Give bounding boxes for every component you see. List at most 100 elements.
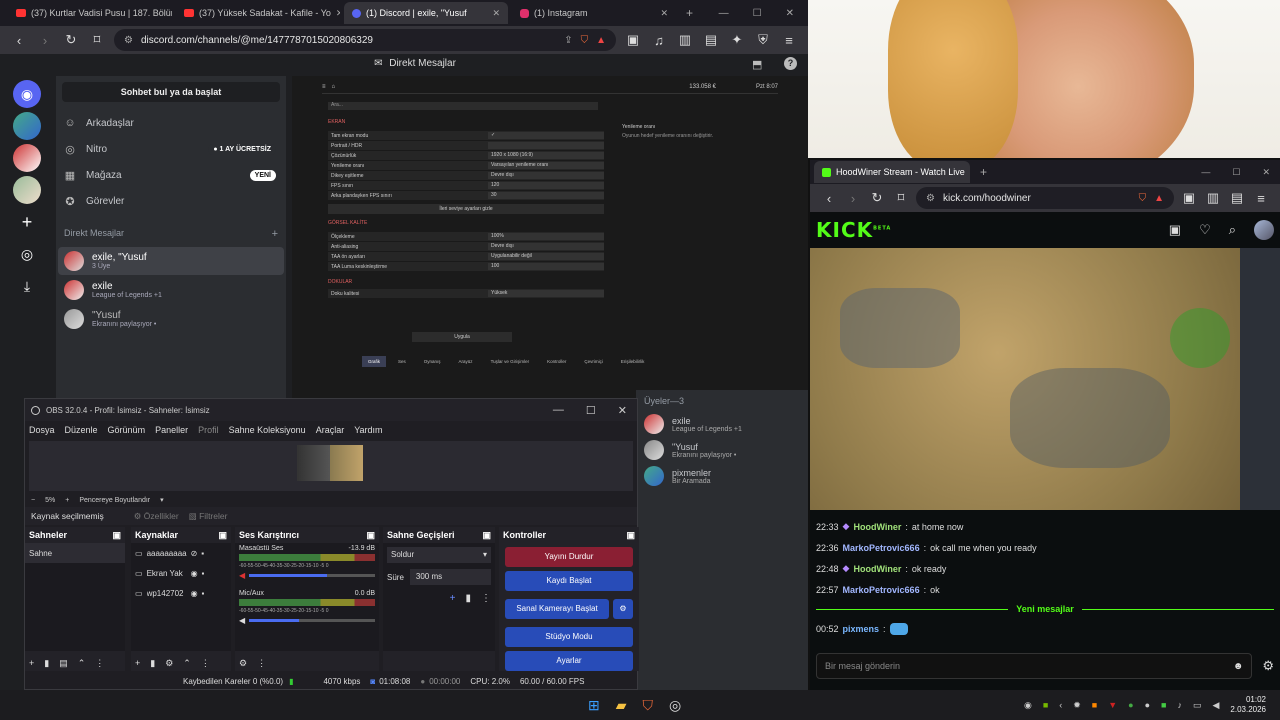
tab-youtube-1[interactable]: (37) Kurtlar Vadisi Pusu | 187. Bölüm ✕ [8, 2, 172, 24]
maximize-icon[interactable]: ☐ [1232, 167, 1240, 178]
eye-icon[interactable]: ◉ [191, 589, 198, 598]
menu-icon[interactable]: ≡ [780, 33, 798, 48]
leo-icon[interactable]: ✦ [728, 32, 746, 48]
trash-icon[interactable]: ▮ [465, 593, 471, 604]
trash-icon[interactable]: ▮ [44, 658, 49, 669]
nav-quests[interactable]: ✪ Görevler [56, 188, 286, 214]
transition-select[interactable]: Soldur ▾ [387, 547, 491, 563]
more-icon[interactable]: ⋮ [201, 658, 210, 669]
tray-icon[interactable]: ◉ [1024, 700, 1032, 711]
eye-icon[interactable]: ◉ [191, 569, 198, 578]
add-icon[interactable]: + [450, 593, 456, 604]
close-icon[interactable]: ✕ [492, 8, 500, 19]
tabs-icon[interactable]: ▣ [624, 32, 642, 48]
wallet-icon[interactable]: ▤ [702, 32, 720, 48]
lock-icon[interactable]: ▪ [202, 569, 205, 578]
tray-icon[interactable]: ✹ [1073, 700, 1081, 711]
trash-icon[interactable]: ▮ [150, 658, 155, 669]
clock[interactable]: 01:02 2.03.2026 [1230, 695, 1266, 715]
dm-item[interactable]: exile, "Yusuf 3 Üye [58, 247, 284, 275]
more-icon[interactable]: ⋮ [257, 658, 266, 669]
menu-item[interactable]: Düzenle [65, 425, 98, 435]
add-icon[interactable]: + [135, 658, 140, 669]
lock-icon[interactable]: ▪ [202, 589, 205, 598]
filters-button[interactable]: ▧ Filtreler [189, 511, 228, 522]
brave-shield-icon[interactable]: ⛉ [1139, 193, 1147, 204]
close-window-icon[interactable]: ✕ [786, 8, 794, 19]
forward-icon[interactable]: › [36, 33, 54, 48]
tray-icon[interactable]: ■ [1092, 700, 1097, 710]
following-icon[interactable]: ♡ [1199, 222, 1211, 238]
mic-icon[interactable]: ♪ [1177, 700, 1182, 710]
emoji-icon[interactable]: ☻ [1233, 661, 1244, 672]
menu-item[interactable]: Yardım [354, 425, 382, 435]
forward-icon[interactable]: › [844, 191, 862, 206]
create-dm-icon[interactable]: + [272, 228, 278, 240]
discord-home-icon[interactable]: ◉ [13, 80, 41, 108]
screen-share-view[interactable]: ≡ ⌂ 133.058 € Pzt 8:07 Ara... EKRAN Tam … [292, 76, 808, 426]
dock-menu-icon[interactable]: ▣ [218, 530, 227, 541]
member-item[interactable]: exile League of Legends +1 [636, 412, 808, 436]
menu-item[interactable]: Görünüm [108, 425, 146, 435]
network-icon[interactable]: ▭ [1193, 700, 1202, 711]
search-icon[interactable]: ⌕ [1229, 222, 1236, 238]
tab-youtube-2[interactable]: (37) Yüksek Sadakat - Kafile - Yo ✕ [176, 2, 340, 24]
properties-button[interactable]: ⚙ Özellikler [134, 511, 179, 522]
sidebar-icon[interactable]: ▥ [1204, 190, 1222, 206]
lock-icon[interactable]: ▪ [201, 549, 204, 558]
chat-input[interactable]: Bir mesaj gönderin ☻ [816, 653, 1253, 679]
search-conversations-button[interactable]: Sohbet bul ya da başlat [62, 82, 280, 102]
stop-stream-button[interactable]: Yayını Durdur [505, 547, 633, 567]
download-icon[interactable]: ⤓ [13, 272, 41, 300]
up-icon[interactable]: ⌃ [78, 658, 86, 669]
menu-item[interactable]: Profil [198, 425, 219, 435]
more-icon[interactable]: ⋮ [481, 593, 491, 604]
speaker-icon[interactable]: ◀ [1212, 700, 1219, 711]
brave-icon[interactable]: ⛉ [643, 697, 654, 714]
menu-icon[interactable]: ≡ [1252, 191, 1270, 206]
gear-icon[interactable]: ⚙ [165, 658, 173, 669]
menu-item[interactable]: Dosya [29, 425, 55, 435]
music-icon[interactable]: ♫ [650, 33, 668, 48]
scene-item[interactable]: Sahne [25, 543, 125, 563]
start-recording-button[interactable]: Kaydı Başlat [505, 571, 633, 591]
dock-menu-icon[interactable]: ▣ [626, 530, 635, 541]
sidebar-icon[interactable]: ▥ [676, 32, 694, 48]
browse-icon[interactable]: ▣ [1169, 222, 1181, 238]
zoom-out-icon[interactable]: − [31, 497, 35, 504]
tab-instagram[interactable]: (1) Instagram ✕ [512, 2, 676, 24]
new-tab-icon[interactable]: + [686, 6, 693, 20]
url-field[interactable]: ⚙ kick.com/hoodwiner ⛉ ▲ [916, 187, 1174, 209]
site-info-icon[interactable]: ⚙ [926, 193, 935, 204]
server-avatar[interactable] [13, 144, 41, 172]
back-icon[interactable]: ‹ [10, 33, 28, 48]
obs-preview[interactable] [29, 441, 633, 491]
nav-friends[interactable]: ☺ Arkadaşlar [56, 110, 286, 136]
url-field[interactable]: ⚙ discord.com/channels/@me/1477787015020… [114, 29, 616, 51]
source-item[interactable]: ▭ wp142702 ◉ ▪ [131, 583, 231, 603]
folder-icon[interactable]: ▰ [616, 697, 627, 714]
reload-icon[interactable]: ↻ [62, 32, 80, 48]
minimize-icon[interactable]: — [1201, 167, 1210, 178]
maximize-icon[interactable]: ☐ [586, 404, 596, 417]
maximize-icon[interactable]: ☐ [753, 8, 762, 19]
zoom-in-icon[interactable]: + [65, 497, 69, 504]
new-tab-icon[interactable]: + [980, 165, 987, 179]
source-item[interactable]: ▭ aaaaaaaaa ⊘ ▪ [131, 543, 231, 563]
eye-off-icon[interactable]: ⊘ [191, 549, 198, 558]
menu-item[interactable]: Paneller [155, 425, 188, 435]
minimize-icon[interactable]: — [719, 8, 729, 19]
gear-icon[interactable]: ⚙ [613, 599, 633, 619]
close-icon[interactable]: ✕ [336, 8, 340, 19]
volume-slider[interactable] [249, 619, 375, 622]
tabs-icon[interactable]: ▣ [1180, 190, 1198, 206]
settings-button[interactable]: Ayarlar [505, 651, 633, 671]
gear-icon[interactable]: ⚙ [1262, 658, 1274, 674]
nvidia-icon[interactable]: ■ [1043, 700, 1048, 710]
server-avatar[interactable] [13, 112, 41, 140]
windows-start-icon[interactable]: ⊞ [588, 697, 600, 714]
close-window-icon[interactable]: ✕ [1262, 167, 1270, 178]
tray-icon[interactable]: ■ [1161, 700, 1166, 710]
source-item[interactable]: ▭ Ekran Yak ◉ ▪ [131, 563, 231, 583]
share-icon[interactable]: ⇪ [564, 35, 572, 46]
